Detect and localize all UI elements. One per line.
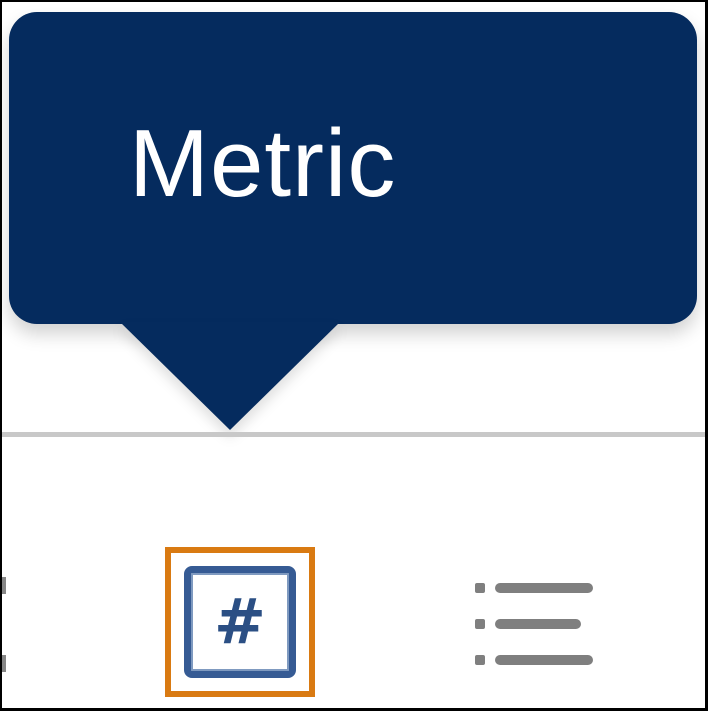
tooltip-label: Metric: [129, 110, 397, 217]
list-bullet-2: [475, 619, 485, 629]
metric-icon-frame: #: [184, 566, 296, 678]
list-icon[interactable]: [470, 580, 598, 672]
list-bullet-3: [475, 655, 485, 665]
list-bullet-1: [475, 583, 485, 593]
list-line-1: [495, 583, 593, 593]
metric-button[interactable]: #: [165, 547, 315, 697]
partial-left-icon: [2, 577, 6, 672]
metric-tooltip: Metric: [9, 12, 697, 324]
list-line-2: [495, 619, 581, 629]
tooltip-pointer: [120, 322, 340, 430]
hash-icon: #: [214, 585, 266, 658]
toolbar-divider: [2, 432, 705, 437]
screen-frame: Metric #: [2, 2, 705, 708]
list-line-3: [495, 655, 593, 665]
